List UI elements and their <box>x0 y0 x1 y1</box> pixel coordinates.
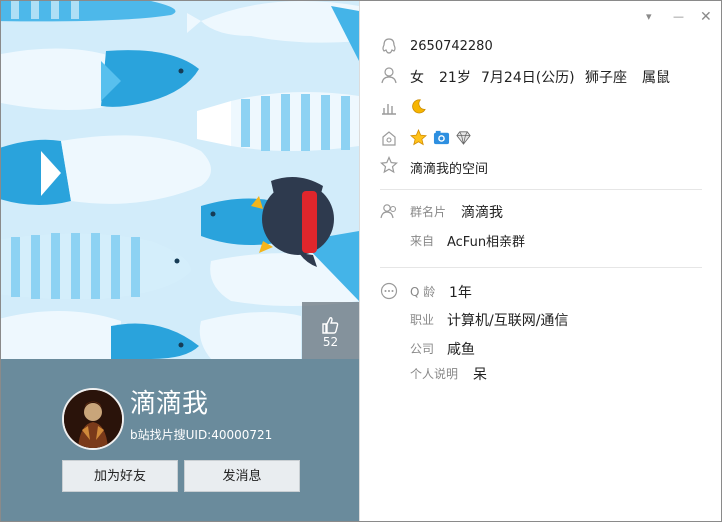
badges-row <box>360 128 721 148</box>
thumb-up-icon <box>322 317 339 334</box>
company-value: 咸鱼 <box>447 342 475 358</box>
level-icon <box>382 104 396 115</box>
bio-value: 呆 <box>473 367 487 383</box>
signature-text: b站找片搜UID:40000721 <box>130 428 273 442</box>
company-row: 公司 咸鱼 <box>360 338 721 358</box>
job-row: 职业 计算机/互联网/通信 <box>360 309 721 329</box>
favorite-star-icon <box>380 156 398 174</box>
company-label: 公司 <box>410 342 435 356</box>
group-card-icon <box>380 204 397 219</box>
close-button[interactable]: ✕ <box>700 9 712 25</box>
qq-number-row: 2650742280 <box>360 37 721 57</box>
qq-icon <box>382 38 396 54</box>
group-from-row: 来自 AcFun相亲群 <box>360 230 721 250</box>
qzone-link[interactable]: 滴滴我的空间 <box>410 158 488 177</box>
chinese-zodiac: 属鼠 <box>642 70 670 86</box>
dropdown-button[interactable]: ▾ <box>646 9 652 25</box>
avatar[interactable] <box>62 388 124 450</box>
qzone-icon <box>382 131 396 146</box>
divider <box>380 267 702 268</box>
send-message-button[interactable]: 发消息 <box>184 460 300 492</box>
add-friend-button[interactable]: 加为好友 <box>62 460 178 492</box>
zodiac: 狮子座 <box>585 70 627 86</box>
moon-icon[interactable] <box>410 98 427 115</box>
bio-row: 个人说明 呆 <box>360 363 721 383</box>
group-from-link[interactable]: AcFun相亲群 <box>447 231 525 250</box>
qage-icon <box>380 282 398 300</box>
avatar-image <box>64 390 122 448</box>
minimize-button[interactable]: — <box>673 9 684 25</box>
group-from-label: 来自 <box>410 234 435 248</box>
like-count: 52 <box>322 335 339 349</box>
left-panel: 52 滴滴我 b站找片搜UID:40000721 加为好友 发消息 <box>1 1 359 521</box>
info-panel: ▾ — ✕ 2650742280 女 21岁 7月24日(公历) 狮子座 属鼠 <box>359 1 721 521</box>
age: 21岁 <box>439 70 471 86</box>
qage-value: 1年 <box>449 285 472 301</box>
camera-badge-icon[interactable] <box>433 129 450 146</box>
level-row <box>360 97 721 117</box>
group-card-label: 群名片 <box>410 205 447 219</box>
fish-10 <box>199 312 301 359</box>
profile-card: 滴滴我 b站找片搜UID:40000721 加为好友 发消息 <box>1 359 359 521</box>
cover-image: 52 <box>1 1 359 359</box>
job-value: 计算机/互联网/通信 <box>447 313 569 329</box>
star-badge-icon[interactable] <box>410 129 427 146</box>
like-button[interactable]: 52 <box>302 302 359 359</box>
qq-number: 2650742280 <box>410 39 493 54</box>
birthday: 7月24日(公历) <box>481 70 575 86</box>
qzone-row: 滴滴我的空间 <box>360 156 721 177</box>
gender: 女 <box>410 70 424 86</box>
nickname: 滴滴我 <box>130 389 209 419</box>
profile-window: 52 滴滴我 b站找片搜UID:40000721 加为好友 发消息 ▾ — ✕ <box>0 0 722 522</box>
diamond-badge-icon[interactable] <box>455 129 472 146</box>
person-icon <box>381 67 397 84</box>
basic-info-row: 女 21岁 7月24日(公历) 狮子座 属鼠 <box>360 65 721 87</box>
job-label: 职业 <box>410 313 435 327</box>
qage-row: Q 龄 1年 <box>360 281 721 301</box>
bio-label: 个人说明 <box>410 367 459 381</box>
group-card-value: 滴滴我 <box>461 205 503 221</box>
group-card-row: 群名片 滴滴我 <box>360 201 721 221</box>
divider <box>380 189 702 190</box>
qage-label: Q 龄 <box>410 285 436 299</box>
